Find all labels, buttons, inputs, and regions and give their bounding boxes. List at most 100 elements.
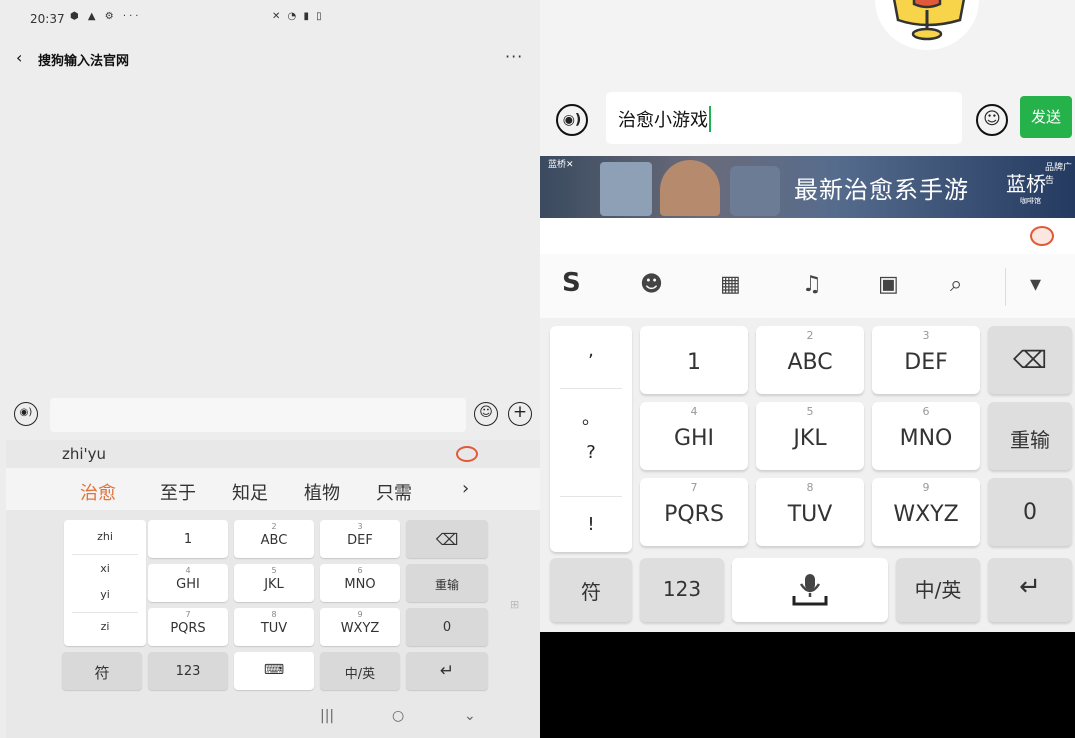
backspace-icon: ⌫ <box>435 530 459 549</box>
key-6-mno[interactable]: 6 MNO <box>320 564 400 602</box>
voice-input-icon[interactable]: ◉) <box>556 104 588 136</box>
mascot-icon[interactable] <box>456 446 478 462</box>
status-signal-icons: ✕ ◔ ▮ ▯ <box>272 11 324 22</box>
pinyin-composition: zhi'yu <box>62 445 107 463</box>
side-key-period[interactable]: 。 <box>550 404 632 430</box>
key-7-pqrs[interactable]: 7 PQRS <box>148 608 228 646</box>
side-key-comma[interactable]: , <box>550 340 632 361</box>
key-4-ghi[interactable]: 4 GHI <box>640 402 748 470</box>
message-input[interactable]: 治愈小游戏 <box>606 92 962 144</box>
apps-grid-icon[interactable]: ▣ <box>878 272 899 297</box>
emoji-icon[interactable]: ☺ <box>474 402 498 426</box>
candidate-2[interactable]: 至于 <box>160 479 196 505</box>
key-2-abc[interactable]: 2 ABC <box>234 520 314 558</box>
banner-brand-sub: 咖啡馆 <box>1020 197 1041 205</box>
candidate-5[interactable]: 只需 <box>376 479 412 505</box>
ime-keyboard: , 。 ? ! 1 2 ABC 3 DEF ⌫ 4 GHI 5 JKL 6 MNO 重输 … <box>540 318 1075 632</box>
message-input[interactable] <box>50 398 466 432</box>
emoji-panel-icon[interactable]: ☻ <box>640 272 663 297</box>
status-bar: 20:37 ⬢ ▲ ⚙ ··· ✕ ◔ ▮ ▯ <box>0 0 540 38</box>
side-key-4[interactable]: zi <box>64 620 146 633</box>
banner-brand: 蓝桥 <box>1006 172 1046 196</box>
message-input-text: 治愈小游戏 <box>618 106 711 132</box>
ime-toolbar: S ☻ ▦ ♫ ▣ ⌕ ▾ <box>540 254 1075 318</box>
ad-label: 品牌广告 <box>1045 163 1073 186</box>
divider <box>560 388 622 389</box>
key-1[interactable]: 1 <box>640 326 748 394</box>
search-icon[interactable]: ⌕ <box>950 272 962 297</box>
symbol-key[interactable]: 符 <box>550 558 632 622</box>
key-8-tuv[interactable]: 8 TUV <box>234 608 314 646</box>
keyboard-grid-icon[interactable]: ⊞ <box>510 598 519 611</box>
enter-key[interactable]: ↵ <box>406 652 488 690</box>
side-key-question[interactable]: ? <box>550 442 632 463</box>
divider <box>72 554 138 555</box>
divider <box>72 612 138 613</box>
language-switch-key[interactable]: 中/英 <box>320 652 400 690</box>
expand-candidates-icon[interactable]: › <box>462 478 469 499</box>
banner-headline: 最新治愈系手游 <box>794 176 969 204</box>
key-7-pqrs[interactable]: 7 PQRS <box>640 478 748 546</box>
status-time: 20:37 <box>30 12 65 26</box>
back-arrow-icon[interactable]: ‹ <box>16 48 22 67</box>
key-3-def[interactable]: 3 DEF <box>872 326 980 394</box>
ad-banner[interactable]: 蓝桥✕ 最新治愈系手游 蓝桥 咖啡馆 品牌广告 <box>540 156 1075 218</box>
number-switch-key[interactable]: 123 <box>640 558 724 622</box>
send-button[interactable]: 发送 <box>1020 96 1072 138</box>
home-icon[interactable]: ○ <box>392 708 404 724</box>
keyboard-layout-icon[interactable]: ▦ <box>720 272 741 297</box>
side-key-exclaim[interactable]: ! <box>550 514 632 535</box>
candidate-3[interactable]: 知足 <box>232 479 268 505</box>
number-switch-key[interactable]: 123 <box>148 652 228 690</box>
mascot-icon[interactable] <box>1030 226 1054 246</box>
plus-icon[interactable]: + <box>508 402 532 426</box>
status-notification-icons: ⬢ ▲ ⚙ ··· <box>70 11 142 22</box>
key-8-tuv[interactable]: 8 TUV <box>756 478 864 546</box>
mascot-sticker-icon <box>875 0 979 50</box>
key-1[interactable]: 1 <box>148 520 228 558</box>
key-5-jkl[interactable]: 5 JKL <box>756 402 864 470</box>
black-bottom-area <box>540 632 1075 738</box>
enter-key[interactable]: ↵ <box>988 558 1072 622</box>
candidate-4[interactable]: 植物 <box>304 479 340 505</box>
delete-key[interactable]: ⌫ <box>406 520 488 558</box>
key-4-ghi[interactable]: 4 GHI <box>148 564 228 602</box>
side-key-1[interactable]: zhi <box>64 530 146 543</box>
symbol-key[interactable]: 符 <box>62 652 142 690</box>
ad-close-icon[interactable]: 蓝桥✕ <box>548 160 574 170</box>
pinyin-side-list: zhi xi yi zi <box>64 520 146 646</box>
side-key-3[interactable]: yi <box>64 588 146 601</box>
candidate-1[interactable]: 治愈 <box>80 479 116 505</box>
key-9-wxyz[interactable]: 9 WXYZ <box>320 608 400 646</box>
key-6-mno[interactable]: 6 MNO <box>872 402 980 470</box>
side-key-2[interactable]: xi <box>64 562 146 575</box>
mic-icon[interactable]: ♫ <box>802 272 822 297</box>
ime-top-strip <box>540 218 1075 254</box>
key-9-wxyz[interactable]: 9 WXYZ <box>872 478 980 546</box>
enter-icon: ↵ <box>1019 572 1041 602</box>
system-nav-bar: ||| ○ ⌄ <box>0 698 540 738</box>
emoji-icon[interactable]: ☺ <box>976 104 1008 136</box>
voice-input-icon[interactable]: ◉) <box>14 402 38 426</box>
key-2-abc[interactable]: 2 ABC <box>756 326 864 394</box>
mic-space-icon: ⌨ <box>263 662 285 678</box>
sogou-logo-icon[interactable]: S <box>562 268 581 298</box>
key-5-jkl[interactable]: 5 JKL <box>234 564 314 602</box>
key-0[interactable]: 0 <box>988 478 1072 546</box>
retype-key[interactable]: 重输 <box>988 402 1072 470</box>
right-screenshot: ◉) 治愈小游戏 ☺ 发送 蓝桥✕ 最新治愈系手游 蓝桥 咖啡馆 品牌广告 S … <box>540 0 1075 738</box>
space-voice-key[interactable] <box>732 558 888 622</box>
nav-back-icon[interactable]: ⌄ <box>464 708 476 724</box>
space-voice-key[interactable]: ⌨ <box>234 652 314 690</box>
recent-apps-icon[interactable]: ||| <box>320 708 334 724</box>
chat-input-bar: ◉) ☺ + <box>8 394 538 434</box>
delete-key[interactable]: ⌫ <box>988 326 1072 394</box>
more-options-icon[interactable]: ··· <box>505 47 523 66</box>
key-0[interactable]: 0 <box>406 608 488 646</box>
language-switch-key[interactable]: 中/英 <box>896 558 980 622</box>
enter-icon: ↵ <box>439 661 455 681</box>
retype-key[interactable]: 重输 <box>406 564 488 602</box>
collapse-keyboard-icon[interactable]: ▾ <box>1030 272 1041 297</box>
mic-space-icon <box>792 574 828 606</box>
key-3-def[interactable]: 3 DEF <box>320 520 400 558</box>
